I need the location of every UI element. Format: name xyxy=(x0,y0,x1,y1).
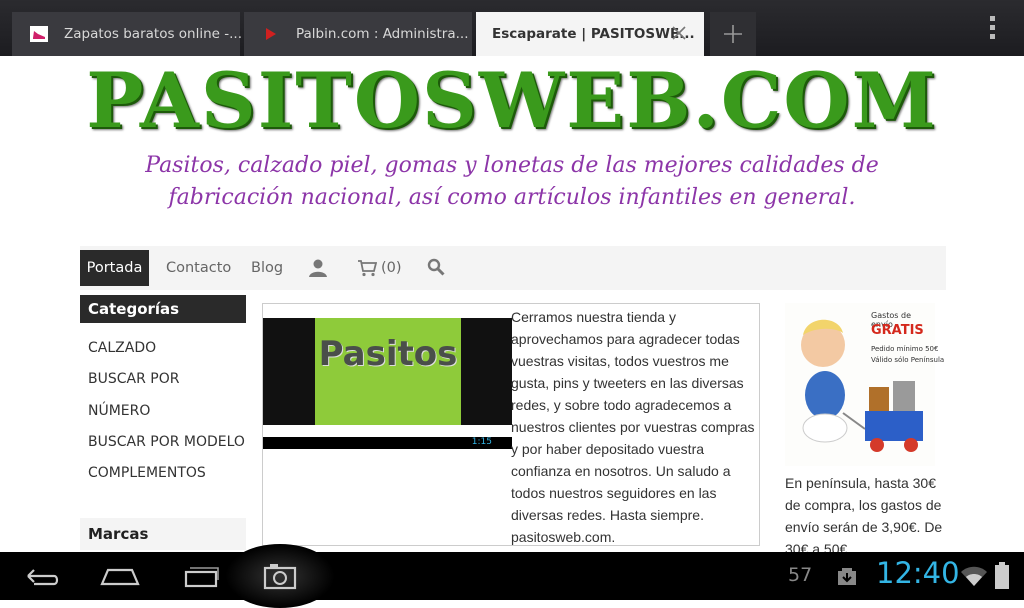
tab-title: Palbin.com : Administra... xyxy=(296,26,469,42)
brands-heading: Marcas xyxy=(80,518,246,550)
downloads-icon[interactable] xyxy=(836,566,858,586)
banner-highlight: GRATIS xyxy=(871,323,924,338)
category-buscar-por-modelo[interactable]: BUSCAR POR MODELO xyxy=(88,434,245,450)
battery-icon[interactable] xyxy=(994,562,1010,590)
overflow-menu-icon[interactable] xyxy=(986,16,998,42)
screenshot-topbar xyxy=(263,304,512,318)
post-text: Cerramos nuestra tienda y aprovechamos p… xyxy=(511,309,755,545)
system-navigation-bar: 57 12:40 xyxy=(0,544,1024,608)
pasitos-sign-logo: Pasitos xyxy=(318,334,458,374)
post-image[interactable]: Pasitos 1:15 xyxy=(263,304,512,449)
cart-icon xyxy=(358,260,378,277)
category-calzado[interactable]: CALZADO xyxy=(88,340,156,356)
site-title[interactable]: PASITOSWEB.COM xyxy=(0,56,1024,146)
nav-blog[interactable]: Blog xyxy=(251,250,283,286)
tab-title: Escaparate | PASITOSWE... xyxy=(492,26,695,42)
screenshot-button-icon[interactable] xyxy=(260,562,300,590)
tab-zapatos[interactable]: Zapatos baratos online -... xyxy=(12,12,242,56)
cart-count: (0) xyxy=(381,260,402,276)
new-tab-button[interactable] xyxy=(710,12,756,56)
featured-post: Pasitos 1:15 Cerramos nuestra tienda y a… xyxy=(262,303,760,546)
user-icon[interactable] xyxy=(308,258,328,278)
screenshot-notification xyxy=(263,425,512,437)
banner-note-1: Pedido mínimo 50€ xyxy=(871,345,939,353)
system-clock[interactable]: 12:40 xyxy=(876,556,960,590)
tab-escaparate[interactable]: Escaparate | PASITOSWE... xyxy=(476,12,704,56)
categories-heading: Categorías xyxy=(80,295,246,323)
cart-button[interactable]: (0) xyxy=(357,250,402,286)
wifi-icon[interactable] xyxy=(960,564,988,588)
shipping-info-text: En península, hasta 30€ de compra, los g… xyxy=(785,475,943,557)
plus-icon xyxy=(724,25,742,43)
category-numero[interactable]: NÚMERO xyxy=(88,403,150,419)
search-icon[interactable] xyxy=(427,258,445,276)
nav-portada[interactable]: Portada xyxy=(80,250,149,286)
back-button-icon[interactable] xyxy=(20,562,60,590)
site-tagline: Pasitos, calzado piel, gomas y lonetas d… xyxy=(145,153,879,210)
nav-contacto[interactable]: Contacto xyxy=(166,250,231,286)
tab-title: Zapatos baratos online -... xyxy=(64,26,242,42)
recent-apps-button-icon[interactable] xyxy=(180,562,220,590)
category-buscar-por[interactable]: BUSCAR POR xyxy=(88,371,179,387)
notification-count[interactable]: 57 xyxy=(788,564,812,586)
browser-tab-bar: Zapatos baratos online -... Palbin.com :… xyxy=(0,0,1024,56)
free-shipping-banner[interactable]: Gastos de envío GRATIS Pedido mínimo 50€… xyxy=(785,303,944,466)
home-button-icon[interactable] xyxy=(100,562,140,590)
screenshot-systembar: 1:15 xyxy=(263,437,512,449)
shoe-favicon-icon xyxy=(30,26,48,42)
category-complementos[interactable]: COMPLEMENTOS xyxy=(88,465,206,481)
close-tab-icon[interactable] xyxy=(670,24,688,42)
main-nav: Portada Contacto Blog (0) xyxy=(80,246,946,290)
tab-palbin[interactable]: Palbin.com : Administra... xyxy=(244,12,472,56)
banner-note-2: Válido sólo Península xyxy=(871,356,945,364)
screenshot-clock: 1:15 xyxy=(471,437,492,447)
palbin-favicon-icon xyxy=(262,26,280,42)
